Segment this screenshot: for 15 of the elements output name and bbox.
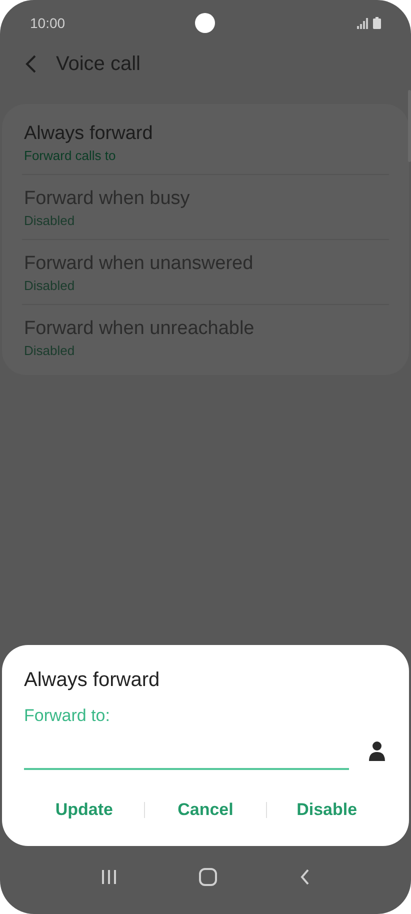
field-label: Forward to: bbox=[24, 706, 111, 726]
battery-icon bbox=[373, 17, 381, 29]
dialog-button[interactable]: Update bbox=[24, 792, 144, 828]
dialog-button[interactable]: Disable bbox=[266, 792, 387, 828]
camera-dot bbox=[195, 13, 215, 33]
back-icon[interactable] bbox=[25, 55, 37, 73]
home-icon[interactable] bbox=[199, 868, 218, 886]
dialog-title: Always forward bbox=[24, 669, 161, 692]
signal-icon bbox=[357, 18, 369, 29]
page-title: Voice call bbox=[56, 52, 140, 76]
setting-item[interactable]: Always forward Forward calls to bbox=[22, 110, 389, 175]
person-icon[interactable] bbox=[369, 741, 385, 761]
status-time: 10:00 bbox=[30, 15, 66, 31]
recent-apps-icon[interactable] bbox=[101, 869, 118, 885]
dialog-button[interactable]: Cancel bbox=[145, 792, 266, 828]
